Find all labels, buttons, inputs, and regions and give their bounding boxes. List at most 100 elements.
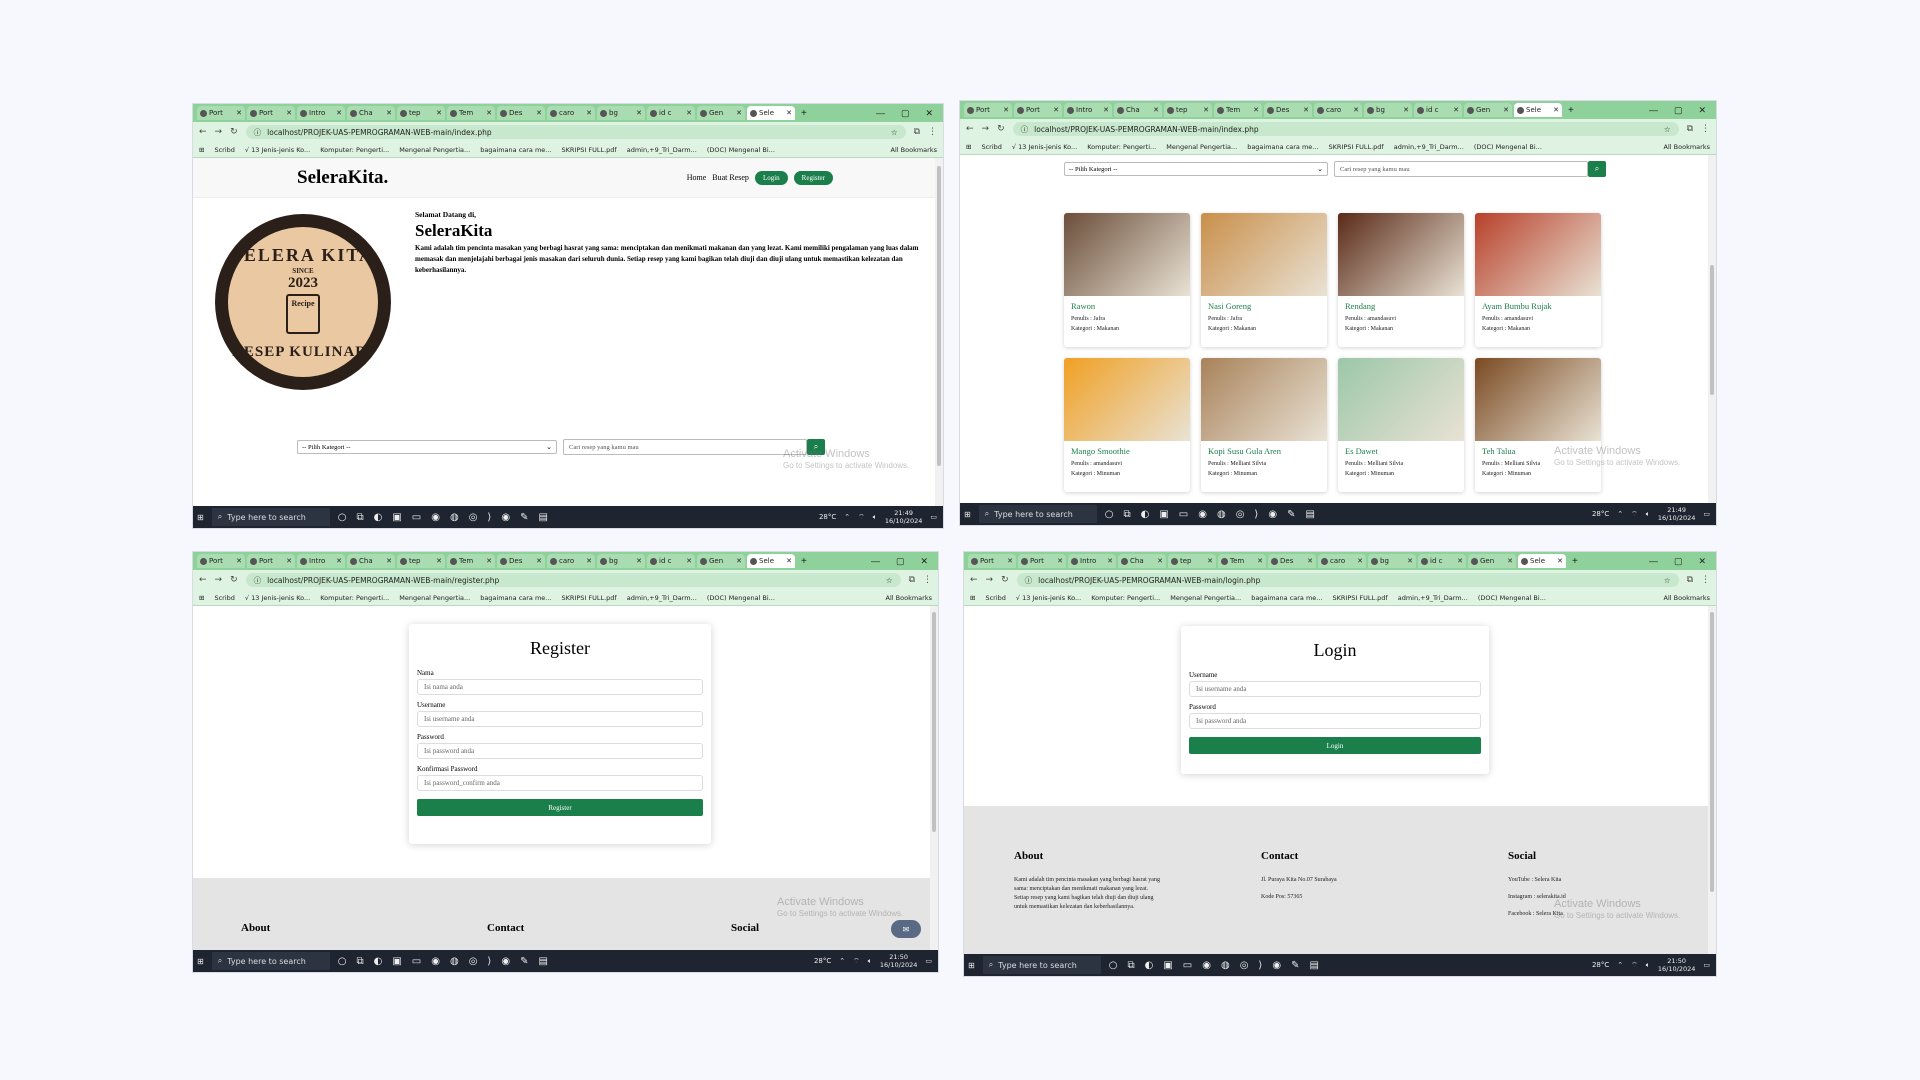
browser-tab[interactable]: Intro ✕ [1064, 103, 1112, 117]
paint-icon[interactable]: ✎ [1287, 509, 1295, 520]
new-tab-icon[interactable]: + [797, 108, 811, 119]
minimize-icon[interactable]: — [871, 556, 880, 567]
volume-icon[interactable]: 🔈︎ [1646, 961, 1650, 970]
apps-grid-icon[interactable]: ⊞ [199, 146, 204, 154]
search-button[interactable]: ⌕ [807, 439, 825, 455]
explorer-icon[interactable]: ▭ [412, 956, 421, 967]
browser-tab[interactable]: Port ✕ [247, 106, 295, 120]
browser-tab[interactable]: id c ✕ [647, 106, 695, 120]
close-tab-icon[interactable]: ✕ [1253, 106, 1259, 114]
browser-tab[interactable]: Tem ✕ [447, 554, 495, 568]
taskbar-search-box[interactable]: ⌕ Type here to search [211, 508, 330, 526]
chrome-alt-icon[interactable]: ◉ [501, 512, 510, 523]
explorer-icon[interactable]: ▭ [1179, 509, 1188, 520]
chevron-up-icon[interactable]: ⌃ [844, 513, 850, 521]
windows-start-icon[interactable]: ⊞ [964, 510, 971, 519]
weather-temp[interactable]: 28°C [1592, 510, 1609, 518]
weather-temp[interactable]: 28°C [819, 513, 836, 521]
url-field[interactable]: ⓘ localhost/PROJEK-UAS-PEMROGRAMAN-WEB-ma… [245, 573, 901, 587]
bookmark-item[interactable]: bagaimana cara me... [480, 146, 551, 154]
back-icon[interactable]: ← [970, 575, 978, 585]
all-bookmarks-folder[interactable]: All Bookmarks [1664, 594, 1710, 602]
spotify-icon[interactable]: ◎ [1236, 509, 1245, 520]
back-icon[interactable]: ← [199, 127, 207, 137]
new-tab-icon[interactable]: + [1568, 556, 1582, 567]
recipe-title[interactable]: Rawon [1071, 301, 1183, 311]
app-icon[interactable]: ▤ [538, 956, 547, 967]
browser-tab[interactable]: tep ✕ [397, 554, 445, 568]
recipe-card[interactable]: Es Dawet Penulis : Melliani Silvia Kategor… [1338, 358, 1464, 492]
browser-tab[interactable]: Port ✕ [197, 554, 245, 568]
footer-facebook-link[interactable]: Facebook : Selera Kita [1508, 910, 1658, 919]
bookmark-item[interactable]: bagaimana cara me... [1251, 594, 1322, 602]
all-bookmarks-folder[interactable]: All Bookmarks [891, 146, 937, 154]
edge-icon[interactable]: ◐ [1141, 509, 1150, 520]
close-tab-icon[interactable]: ✕ [386, 109, 392, 117]
browser-tab[interactable]: tep ✕ [397, 106, 445, 120]
browser-tab[interactable]: Des ✕ [1264, 103, 1312, 117]
whatsapp-icon[interactable]: ◍ [450, 512, 459, 523]
browser-tab[interactable]: Sele ✕ [747, 554, 795, 568]
vscode-icon[interactable]: ⟩ [487, 956, 491, 967]
url-field[interactable]: ⓘ localhost/PROJEK-UAS-PEMROGRAMAN-WEB-ma… [245, 125, 906, 139]
whatsapp-icon[interactable]: ◍ [1221, 960, 1230, 971]
close-tab-icon[interactable]: ✕ [1303, 106, 1309, 114]
weather-temp[interactable]: 28°C [814, 957, 831, 965]
browser-tab[interactable]: tep ✕ [1168, 554, 1216, 568]
close-tab-icon[interactable]: ✕ [1053, 106, 1059, 114]
reload-icon[interactable]: ↻ [997, 124, 1005, 134]
category-select[interactable]: -- Pilih Kategori -- ⌄ [297, 440, 557, 454]
reload-icon[interactable]: ↻ [1001, 575, 1009, 585]
close-tab-icon[interactable]: ✕ [1553, 106, 1559, 114]
paint-icon[interactable]: ✎ [520, 956, 528, 967]
vertical-scrollbar[interactable] [930, 606, 938, 950]
browser-tab[interactable]: caro ✕ [1318, 554, 1366, 568]
chat-bubble-icon[interactable]: ✉ [891, 920, 921, 938]
close-tab-icon[interactable]: ✕ [686, 109, 692, 117]
network-icon[interactable]: ⌔ [853, 957, 860, 966]
browser-tab[interactable]: caro ✕ [1314, 103, 1362, 117]
store-icon[interactable]: ▣ [392, 512, 401, 523]
login-button[interactable]: Login [1189, 737, 1481, 754]
extensions-icon[interactable]: ⧉ [1687, 575, 1693, 585]
taskbar-clock[interactable]: 21:49 16/10/2024 [1658, 506, 1695, 522]
bookmark-item[interactable]: bagaimana cara me... [1247, 143, 1318, 151]
close-tab-icon[interactable]: ✕ [1453, 106, 1459, 114]
bookmark-item[interactable]: (DOC) Mengenal Bi... [707, 146, 775, 154]
close-tab-icon[interactable]: ✕ [536, 109, 542, 117]
browser-tab[interactable]: Intro ✕ [297, 554, 345, 568]
bookmark-star-icon[interactable]: ☆ [891, 128, 898, 137]
browser-tab[interactable]: Port ✕ [197, 106, 245, 120]
browser-tab[interactable]: caro ✕ [547, 106, 595, 120]
password-field[interactable]: Isi password anda [417, 743, 703, 759]
all-bookmarks-folder[interactable]: All Bookmarks [1664, 143, 1710, 151]
category-select[interactable]: -- Pilih Kategori -- ⌄ [1064, 162, 1328, 176]
bookmark-item[interactable]: √ 13 Jenis-jenis Ko... [245, 594, 310, 602]
bookmark-item[interactable]: bagaimana cara me... [480, 594, 551, 602]
close-tab-icon[interactable]: ✕ [786, 109, 792, 117]
recipe-card[interactable]: Kopi Susu Gula Aren Penulis : Melliani Si… [1201, 358, 1327, 492]
confirm-password-field[interactable]: Isi password_confirm anda [417, 775, 703, 791]
bookmark-item[interactable]: Scribd [214, 594, 234, 602]
browser-tab[interactable]: Gen ✕ [697, 106, 745, 120]
windows-start-icon[interactable]: ⊞ [197, 957, 204, 966]
browser-tab[interactable]: Cha ✕ [347, 554, 395, 568]
windows-start-icon[interactable]: ⊞ [197, 513, 204, 522]
bookmark-item[interactable]: Komputer: Pengerti... [1087, 143, 1156, 151]
chevron-up-icon[interactable]: ⌃ [1617, 961, 1623, 969]
close-tab-icon[interactable]: ✕ [786, 557, 792, 565]
recipe-image[interactable] [1064, 213, 1190, 296]
close-window-icon[interactable]: ✕ [920, 556, 928, 567]
scrollbar-thumb[interactable] [937, 166, 941, 466]
browser-tab[interactable]: id c ✕ [1414, 103, 1462, 117]
browser-tab[interactable]: Gen ✕ [1468, 554, 1516, 568]
app-icon[interactable]: ▤ [538, 512, 547, 523]
vscode-icon[interactable]: ⟩ [487, 512, 491, 523]
minimize-icon[interactable]: — [876, 108, 885, 119]
close-tab-icon[interactable]: ✕ [236, 109, 242, 117]
close-tab-icon[interactable]: ✕ [286, 109, 292, 117]
recipe-card[interactable]: Rawon Penulis : Jafra Kategori : Makanan [1064, 213, 1190, 347]
close-tab-icon[interactable]: ✕ [1403, 106, 1409, 114]
browser-tab[interactable]: Des ✕ [1268, 554, 1316, 568]
close-tab-icon[interactable]: ✕ [736, 557, 742, 565]
